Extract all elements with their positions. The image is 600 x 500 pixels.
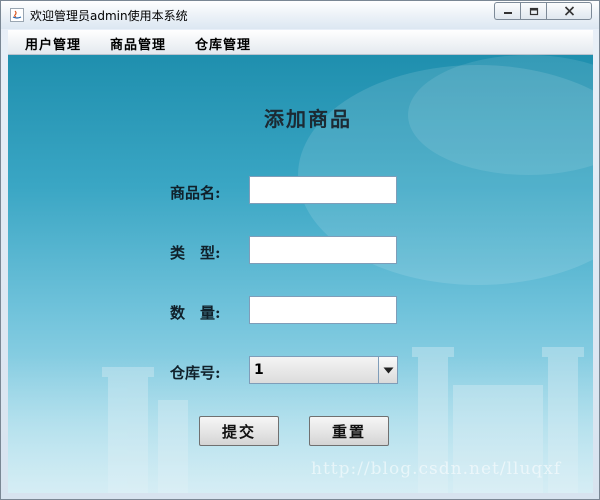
maximize-icon bbox=[529, 7, 538, 15]
title-bar[interactable]: 欢迎管理员admin使用本系统 bbox=[1, 1, 599, 29]
menu-bar: 用户管理 商品管理 仓库管理 bbox=[8, 30, 593, 55]
warehouse-selected-value: 1 bbox=[254, 362, 264, 378]
menu-product-management[interactable]: 商品管理 bbox=[110, 34, 166, 53]
app-window: 欢迎管理员admin使用本系统 用户管理 商品管理 仓库管理 添加商品 商品名:… bbox=[0, 0, 600, 500]
minimize-icon bbox=[503, 12, 512, 14]
content-panel: 添加商品 商品名: 类 型: 数 量: 仓库号: 1 提交 重置 http://… bbox=[8, 55, 593, 493]
chevron-down-icon bbox=[383, 367, 393, 373]
reset-button[interactable]: 重置 bbox=[309, 416, 389, 446]
warehouse-label: 仓库号: bbox=[170, 364, 221, 382]
quantity-label: 数 量: bbox=[170, 304, 221, 322]
watermark-url: http://blog.csdn.net/lluqxf bbox=[311, 459, 562, 479]
maximize-button[interactable] bbox=[520, 2, 546, 20]
submit-button[interactable]: 提交 bbox=[199, 416, 279, 446]
menu-warehouse-management[interactable]: 仓库管理 bbox=[195, 34, 251, 53]
page-title: 添加商品 bbox=[264, 107, 352, 131]
warehouse-select[interactable]: 1 bbox=[249, 356, 398, 384]
menu-user-management[interactable]: 用户管理 bbox=[25, 34, 81, 53]
java-app-icon bbox=[10, 8, 24, 22]
quantity-input[interactable] bbox=[249, 296, 397, 324]
dropdown-arrow-button[interactable] bbox=[378, 357, 397, 383]
product-name-input[interactable] bbox=[249, 176, 397, 204]
product-type-input[interactable] bbox=[249, 236, 397, 264]
window-title: 欢迎管理员admin使用本系统 bbox=[30, 9, 188, 23]
minimize-button[interactable] bbox=[494, 2, 520, 20]
product-type-label: 类 型: bbox=[170, 244, 221, 262]
window-controls bbox=[494, 2, 592, 20]
product-name-label: 商品名: bbox=[170, 184, 221, 202]
close-button[interactable] bbox=[546, 2, 592, 20]
close-icon bbox=[564, 6, 574, 16]
